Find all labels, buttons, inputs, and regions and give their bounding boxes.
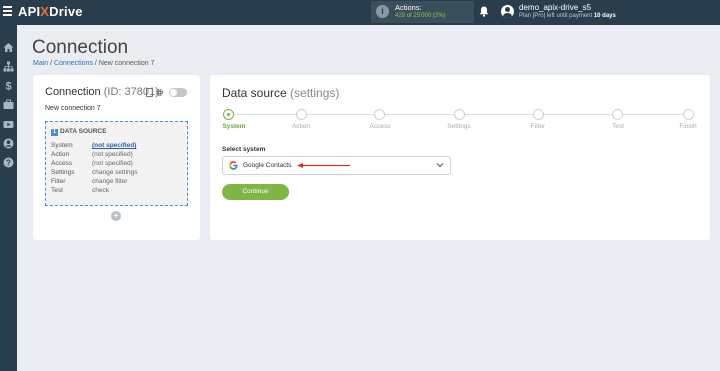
user-name[interactable]: demo_apix-drive_s5 [519,3,591,12]
sitemap-icon[interactable] [3,61,14,72]
actions-label: Actions: [395,3,422,12]
plan-info: Plan |Pro| left until payment 10 days [519,13,616,19]
step-dot-test[interactable] [612,109,623,120]
source-row-test[interactable]: Test check [51,187,109,194]
document-icon[interactable] [146,88,153,97]
avatar[interactable] [501,5,514,18]
step-label-test[interactable]: Test [612,123,624,130]
source-row-filter[interactable]: Filter change filter [51,178,127,185]
breadcrumb-separator: / [50,60,53,67]
info-icon: i [376,5,389,18]
continue-button[interactable]: Continue [222,184,289,200]
step-label-system[interactable]: System [222,123,245,130]
connection-card: Connection (ID: 37801) New connection 7 … [33,75,200,240]
source-row-access[interactable]: Access (not specified) [51,160,133,167]
actions-usage: 429 of 25'000 (2%) [395,13,446,19]
top-bar: APIXDrive i Actions: 429 of 25'000 (2%) … [0,0,720,25]
bell-icon[interactable] [479,6,489,17]
add-block-button[interactable]: + [111,211,121,221]
annotation-arrow [297,163,350,168]
chevron-down-icon [436,163,444,168]
step-label-settings[interactable]: Settings [447,123,471,130]
data-source-title: Data source (settings) [222,86,340,100]
connection-name: New connection 7 [45,105,101,112]
step-label-action[interactable]: Action [292,123,310,130]
gear-icon[interactable] [155,88,164,97]
step-label-finish[interactable]: Finish [679,123,696,130]
apix-drive-logo[interactable]: APIXDrive [18,4,83,19]
breadcrumb-current: New connection 7 [98,60,155,67]
breadcrumb-main[interactable]: Main [33,60,48,67]
step-label-access[interactable]: Access [370,123,391,130]
breadcrumb-connections[interactable]: Connections [54,60,93,67]
step-dot-finish[interactable] [683,109,694,120]
connection-toggle[interactable] [169,88,187,97]
google-icon [229,161,238,170]
step-dot-access[interactable] [374,109,385,120]
user-icon[interactable] [3,138,14,149]
source-row-action[interactable]: Action (not specified) [51,151,133,158]
video-icon[interactable] [3,119,14,130]
select-system-label: Select system [222,146,266,153]
data-source-block[interactable]: 1 DATA SOURCE System (not specified) Actio… [45,121,188,206]
home-icon[interactable] [3,42,14,53]
dollar-icon[interactable]: $ [3,80,14,92]
source-row-system[interactable]: System (not specified) [51,142,136,149]
svg-text:?: ? [6,159,11,168]
step-dot-filter[interactable] [533,109,544,120]
selected-system: Google Contacts [243,162,292,169]
help-icon[interactable]: ? [3,157,14,168]
menu-icon[interactable] [3,6,12,16]
sidebar: $ ? [0,25,17,371]
data-source-heading: 1 DATA SOURCE [51,128,107,136]
briefcase-icon[interactable] [3,99,14,110]
data-source-card: Data source (settings) System Action Acc… [210,75,710,240]
step-label-filter[interactable]: Filter [531,123,545,130]
step-dot-settings[interactable] [454,109,465,120]
svg-text:$: $ [5,81,11,92]
page-title: Connection [32,37,129,58]
connection-title: Connection (ID: 37801) [45,86,159,98]
breadcrumb-separator: / [94,60,97,67]
step-dot-action[interactable] [296,109,307,120]
breadcrumb: Main / Connections / New connection 7 [33,60,154,67]
source-row-settings[interactable]: Settings change settings [51,169,138,176]
actions-counter[interactable]: i Actions: 429 of 25'000 (2%) [371,1,474,23]
step-dot-system[interactable] [223,109,234,120]
